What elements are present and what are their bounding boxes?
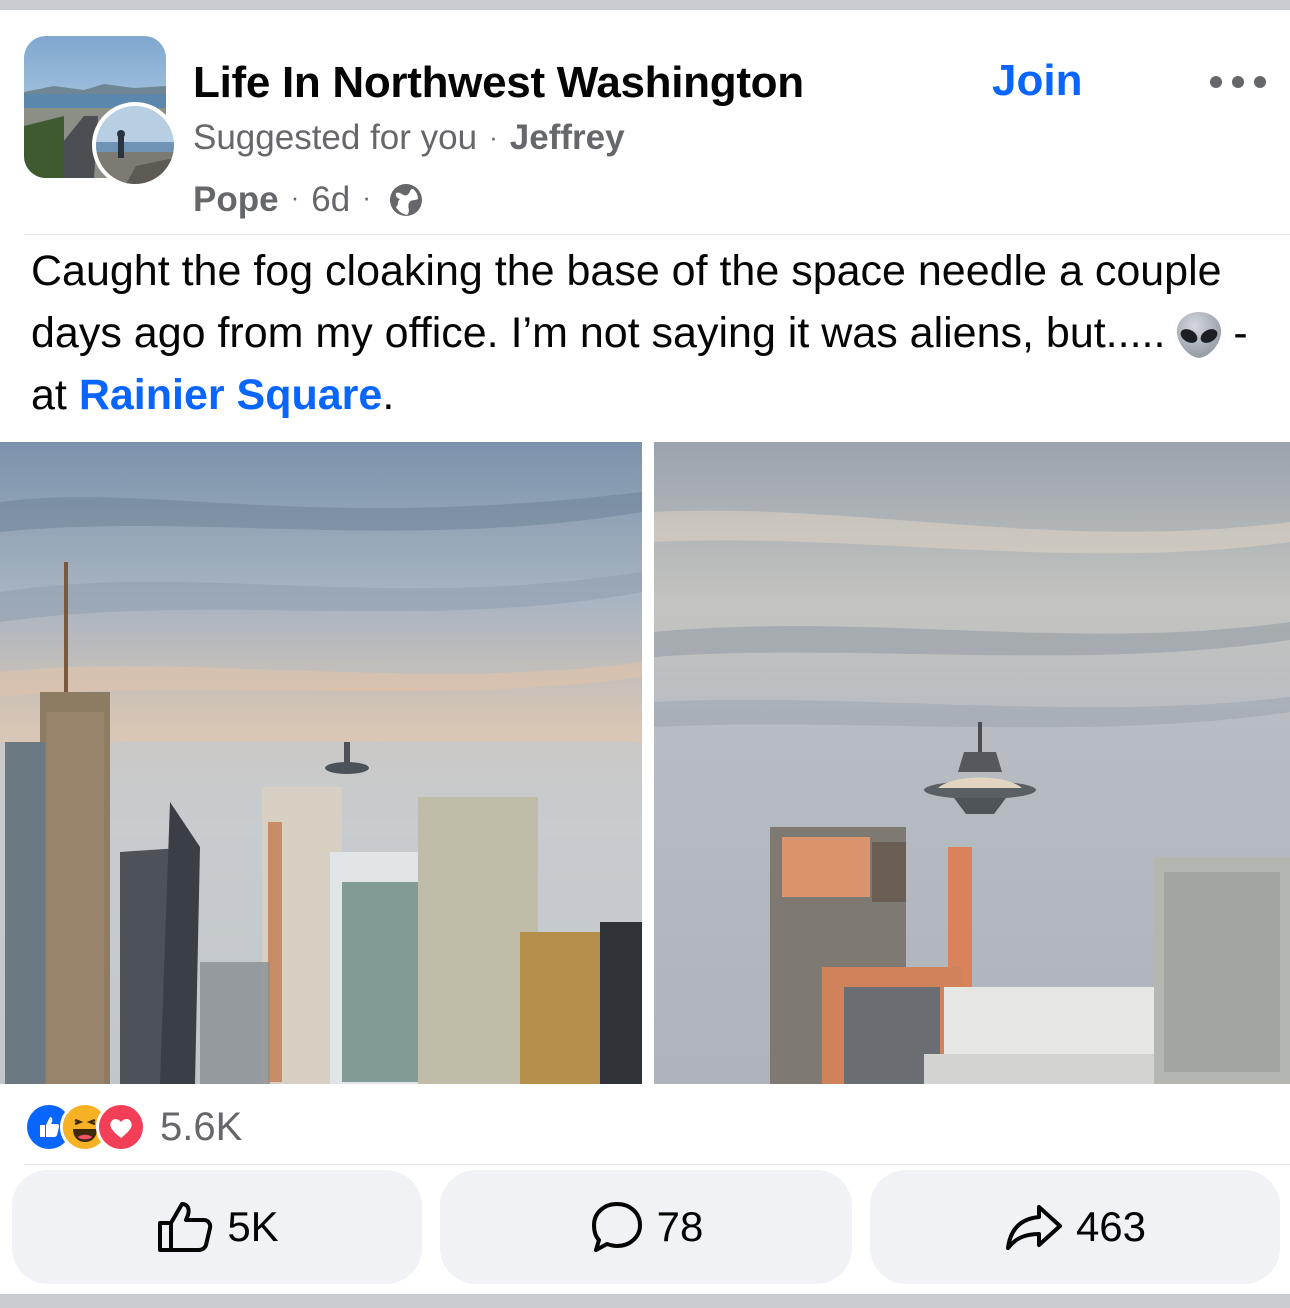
place-link[interactable]: Rainier Square [79,371,383,419]
post-photo-left[interactable] [0,442,642,1084]
join-group-button[interactable]: Join [992,56,1082,106]
post-text-end: . [382,371,395,419]
top-divider-bar [0,0,1290,10]
share-count: 463 [1075,1203,1147,1250]
author-name-first[interactable]: Jeffrey [510,118,625,157]
post-photo-right[interactable] [654,442,1290,1084]
post-meta-line-1: Suggested for you · Jeffrey [193,118,625,158]
love-reaction-icon [96,1102,146,1152]
reactions-summary[interactable]: 5.6K [24,1100,242,1154]
more-options-icon[interactable] [1210,72,1266,92]
meta-separator: · [290,181,300,212]
comment-bubble-icon [591,1202,642,1252]
post-text-body: Caught the fog cloaking the base of the … [31,247,1222,357]
post-text: Caught the fog cloaking the base of the … [31,240,1271,426]
alien-emoji-icon [1173,309,1225,361]
suggested-label: Suggested for you [193,118,478,157]
share-button[interactable]: 463 [870,1170,1280,1284]
comment-button[interactable]: 78 [440,1170,852,1284]
bottom-divider-bar [0,1294,1290,1308]
globe-icon [387,181,425,219]
reactions-divider [24,1164,1290,1165]
reaction-count: 5.6K [160,1104,243,1149]
thumbs-up-icon [158,1202,213,1252]
post-meta-line-2: Pope · 6d · [193,180,425,220]
author-name-last[interactable]: Pope [193,180,279,220]
like-button[interactable]: 5K [12,1170,422,1284]
meta-separator: · [489,122,498,152]
share-arrow-icon [1005,1205,1062,1250]
comment-count: 78 [656,1203,704,1250]
meta-separator: · [362,181,371,212]
author-avatar[interactable] [92,102,178,188]
post-timestamp[interactable]: 6d [311,180,350,220]
like-count: 5K [227,1203,279,1250]
group-name[interactable]: Life In Northwest Washington [193,58,804,108]
header-divider [24,234,1290,235]
